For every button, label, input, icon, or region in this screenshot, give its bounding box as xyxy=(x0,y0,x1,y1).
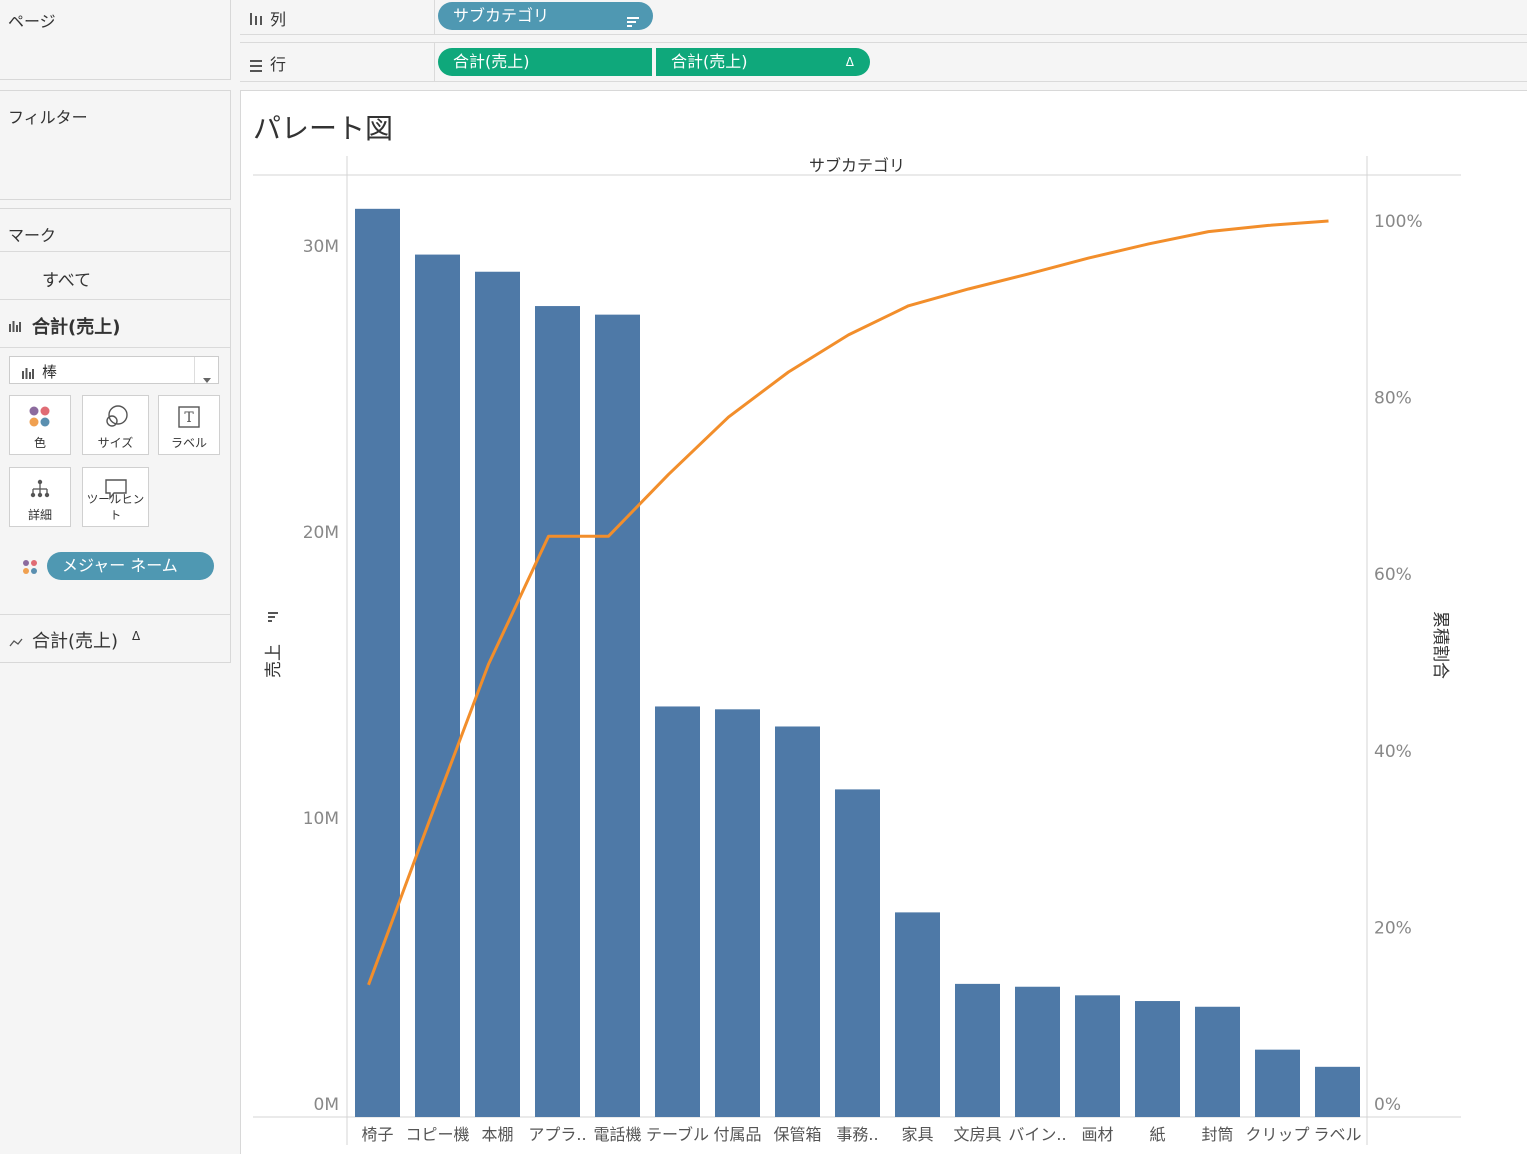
bar xyxy=(1195,1007,1240,1117)
svg-text:T: T xyxy=(184,410,194,426)
bar xyxy=(715,709,760,1117)
rows-shelf[interactable]: 行 合計(売上) 合計(売上) Δ xyxy=(240,42,1527,82)
x-tick-label: 画材 xyxy=(1081,1125,1113,1144)
pages-title: ページ xyxy=(8,8,56,32)
marks-measure1-tab[interactable]: 合計(売上) xyxy=(32,313,120,339)
text-T-icon: T xyxy=(159,404,219,430)
x-tick-label: 事務.. xyxy=(836,1125,878,1144)
y-axis-label: 売上 xyxy=(264,644,284,678)
worksheet-view: パレート図 サブカテゴリ 売上 累積割合 0M10M20M30M 0%20%40… xyxy=(240,90,1527,1154)
x-tick-label: 本棚 xyxy=(481,1125,513,1144)
x-tick-label: バイン.. xyxy=(1008,1125,1066,1144)
x-tick-label: 保管箱 xyxy=(773,1125,821,1144)
line-small-icon xyxy=(9,633,23,652)
color-dots-icon xyxy=(10,404,70,430)
rows-shelf-icon xyxy=(250,57,262,76)
bar xyxy=(1075,995,1120,1117)
delta-pill-icon: Δ xyxy=(846,48,854,76)
bar xyxy=(1315,1067,1360,1117)
bar xyxy=(1255,1050,1300,1117)
bar xyxy=(955,984,1000,1117)
column-header: サブカテゴリ xyxy=(809,156,905,175)
x-tick-label: ラベル xyxy=(1313,1125,1361,1144)
marks-title: マーク xyxy=(8,222,56,246)
detail-card-label: 詳細 xyxy=(10,506,70,523)
x-tick-label: 椅子 xyxy=(361,1125,393,1144)
sort-desc-icon xyxy=(627,10,639,38)
x-tick-label: テーブル xyxy=(646,1125,709,1144)
x-tick-label: 家具 xyxy=(901,1125,933,1144)
detail-card[interactable]: 詳細 xyxy=(9,467,71,527)
filters-title: フィルター xyxy=(8,104,88,128)
bar xyxy=(595,315,640,1117)
color-dots-small-icon xyxy=(22,559,38,579)
label-card[interactable]: T ラベル xyxy=(158,395,220,455)
sales-sum-delta-pill-label: 合計(売上) xyxy=(671,52,748,71)
bar-type-icon xyxy=(22,364,34,383)
bar xyxy=(415,255,460,1117)
y-axis-sort-icon xyxy=(268,612,278,622)
y-tick-label: 10M xyxy=(303,809,339,829)
tooltip-card-label: ツールヒント xyxy=(83,491,148,523)
sales-sum-pill[interactable]: 合計(売上) xyxy=(438,48,652,76)
delta-icon: Δ xyxy=(132,629,140,643)
bar xyxy=(1015,987,1060,1117)
mark-type-dropdown[interactable]: 棒 xyxy=(9,356,219,384)
mark-type-value: 棒 xyxy=(42,361,57,382)
bar xyxy=(1135,1001,1180,1117)
sales-sum-delta-pill[interactable]: 合計(売上) Δ xyxy=(656,48,870,76)
bar xyxy=(775,726,820,1117)
chevron-down-icon xyxy=(203,368,211,387)
bar xyxy=(835,789,880,1117)
y2-axis-label: 累積割合 xyxy=(1430,611,1450,679)
x-tick-label: アプラ.. xyxy=(528,1125,586,1144)
size-card[interactable]: サイズ xyxy=(82,395,149,455)
subcategory-pill-label: サブカテゴリ xyxy=(453,6,549,25)
y2-tick-label: 80% xyxy=(1374,389,1412,409)
bar xyxy=(535,306,580,1117)
label-card-label: ラベル xyxy=(159,434,219,451)
tooltip-card[interactable]: ツールヒント xyxy=(82,467,149,527)
x-tick-label: 付属品 xyxy=(713,1125,761,1144)
size-circles-icon xyxy=(83,404,148,430)
x-tick-label: 文房具 xyxy=(953,1125,1001,1144)
marks-measure2-tab[interactable]: 合計(売上) xyxy=(32,627,118,653)
x-tick-label: クリップ xyxy=(1245,1125,1309,1144)
filters-panel[interactable]: フィルター xyxy=(0,90,231,200)
x-tick-label: 電話機 xyxy=(593,1125,641,1144)
bar xyxy=(475,272,520,1117)
measure-names-pill[interactable]: メジャー ネーム xyxy=(47,552,214,580)
color-card[interactable]: 色 xyxy=(9,395,71,455)
columns-shelf-label: 列 xyxy=(270,6,286,30)
marks-all-tab[interactable]: すべて xyxy=(42,266,91,291)
pages-panel[interactable]: ページ xyxy=(0,0,231,80)
bar xyxy=(655,706,700,1117)
y2-tick-label: 0% xyxy=(1374,1095,1401,1115)
bar-small-icon xyxy=(9,317,21,336)
y2-tick-label: 40% xyxy=(1374,742,1412,762)
marks-panel: マーク すべて 合計(売上) 棒 色 サイズ T ラベル xyxy=(0,208,231,663)
detail-tree-icon xyxy=(10,476,70,502)
y-tick-label: 0M xyxy=(314,1095,339,1115)
x-tick-label: コピー機 xyxy=(405,1125,469,1144)
x-tick-label: 紙 xyxy=(1149,1125,1165,1144)
columns-shelf[interactable]: 列 サブカテゴリ xyxy=(240,0,1527,35)
color-card-label: 色 xyxy=(10,434,70,451)
size-card-label: サイズ xyxy=(83,434,148,451)
y-tick-label: 20M xyxy=(303,523,339,543)
bar xyxy=(355,209,400,1117)
y2-tick-label: 60% xyxy=(1374,565,1412,585)
x-tick-label: 封筒 xyxy=(1201,1125,1233,1144)
bar xyxy=(895,912,940,1117)
columns-shelf-icon xyxy=(250,10,262,29)
rows-shelf-label: 行 xyxy=(270,51,286,75)
pareto-chart: サブカテゴリ 売上 累積割合 0M 10M 20M 30M 0% 20% 40% 60% 80… xyxy=(241,91,1527,1153)
y-tick-label: 30M xyxy=(303,237,339,257)
y2-tick-label: 100% xyxy=(1374,212,1423,232)
subcategory-pill[interactable]: サブカテゴリ xyxy=(438,2,653,30)
y2-tick-label: 20% xyxy=(1374,918,1412,938)
